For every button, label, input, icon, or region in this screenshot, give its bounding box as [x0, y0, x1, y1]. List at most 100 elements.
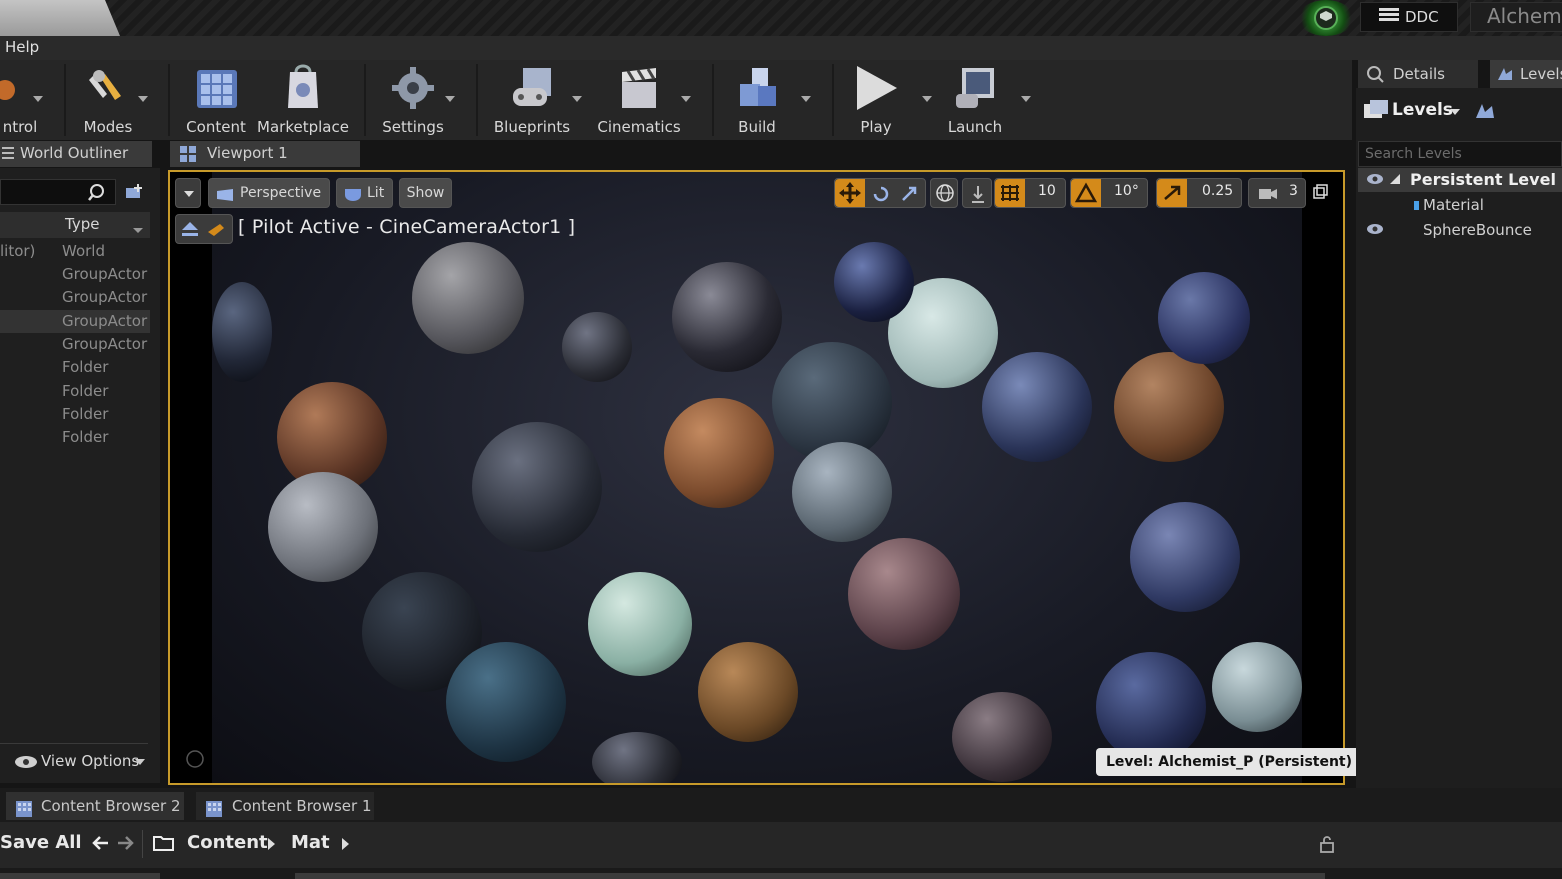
outliner-search-input[interactable]	[0, 179, 116, 205]
asset-search-input[interactable]	[295, 873, 1325, 879]
view-options-button[interactable]: View Options	[0, 743, 148, 779]
perspective-button[interactable]: Perspective	[208, 178, 330, 208]
tab-levels[interactable]: Levels	[1490, 60, 1562, 88]
rotate-tool-icon[interactable]	[871, 184, 891, 208]
view-options-label: View Options	[41, 752, 140, 770]
launch-dropdown-icon[interactable]	[1021, 96, 1031, 102]
toolbar-label: Play	[860, 118, 892, 136]
blueprints-dropdown-icon[interactable]	[572, 96, 582, 102]
outliner-row-selected[interactable]: GroupActor	[0, 310, 150, 333]
scale-snap-control[interactable]: 0.25	[1156, 178, 1242, 208]
tab-details[interactable]: Details	[1358, 60, 1478, 88]
level-details-icon[interactable]	[1474, 100, 1496, 126]
show-flags-button[interactable]: Show	[399, 178, 452, 208]
column-dropdown-icon[interactable]	[133, 228, 143, 233]
outliner-row[interactable]: Folder	[0, 403, 150, 426]
source-control-indicator[interactable]	[1298, 0, 1354, 36]
launch-monitor-icon	[952, 64, 998, 112]
lock-icon[interactable]	[1317, 834, 1337, 858]
tab-world-outliner[interactable]: World Outliner	[0, 141, 152, 167]
visibility-eye-icon[interactable]	[1366, 223, 1384, 239]
toolbar-blueprints[interactable]: Blueprints	[492, 62, 572, 138]
grid-snap-control[interactable]: 10	[994, 178, 1066, 208]
breadcrumb-separator-icon[interactable]	[268, 838, 275, 850]
outliner-row[interactable]: litor) World	[0, 240, 150, 263]
outliner-row[interactable]: GroupActor	[0, 333, 150, 356]
eject-pilot-icon[interactable]	[180, 220, 200, 242]
viewport[interactable]	[168, 170, 1345, 785]
tab-content-browser-1[interactable]: Content Browser 1	[196, 792, 374, 820]
toolbar-build[interactable]: Build	[728, 62, 786, 138]
menu-help[interactable]: Help	[5, 38, 39, 56]
row-type: GroupActor	[62, 265, 148, 283]
row-type: GroupActor	[62, 288, 148, 306]
sphere	[412, 242, 524, 354]
tab-viewport-1[interactable]: Viewport 1	[170, 141, 360, 167]
filter-input[interactable]	[0, 873, 160, 879]
save-all-button[interactable]: Save All	[0, 832, 82, 853]
toolbar-cinematics[interactable]: Cinematics	[594, 62, 684, 138]
add-filter-icon[interactable]	[124, 182, 146, 206]
tab-content-browser-2[interactable]: Content Browser 2	[6, 792, 184, 820]
level-row-spherebounce[interactable]: SphereBounce	[1358, 219, 1562, 241]
outliner-row[interactable]: GroupActor	[0, 263, 150, 286]
folder-icon[interactable]	[153, 834, 175, 856]
translate-tool-button[interactable]	[835, 179, 865, 207]
toolbar-play[interactable]: Play	[848, 62, 904, 138]
sphere	[672, 262, 782, 372]
outliner-row[interactable]: Folder	[0, 380, 150, 403]
toolbar-marketplace[interactable]: Marketplace	[257, 62, 349, 138]
breadcrumb-separator-icon[interactable]	[342, 838, 349, 850]
details-magnifier-icon	[1366, 65, 1384, 87]
visibility-eye-icon[interactable]	[1366, 173, 1384, 189]
coordinate-system-button[interactable]	[930, 178, 958, 208]
outliner-row[interactable]: Folder	[0, 426, 150, 449]
menu-bar	[0, 36, 1562, 60]
camera-speed-control[interactable]: 3	[1248, 178, 1306, 208]
source-control-dropdown-icon[interactable]	[33, 96, 43, 102]
forward-arrow-icon[interactable]	[116, 834, 134, 856]
rotation-snap-control[interactable]: 10°	[1070, 178, 1148, 208]
toolbar-launch[interactable]: Launch	[944, 62, 1006, 138]
type-column-label: Type	[65, 215, 100, 233]
outliner-type-header[interactable]: Type	[0, 212, 150, 238]
expand-arrow-icon[interactable]	[1390, 174, 1400, 184]
breadcrumb-content[interactable]: Content	[187, 832, 268, 853]
back-arrow-icon[interactable]	[92, 834, 110, 856]
grid-snap-toggle[interactable]	[995, 179, 1025, 207]
globe-icon	[935, 183, 955, 207]
scale-snap-toggle[interactable]	[1157, 179, 1187, 207]
clapperboard-icon	[616, 64, 662, 112]
pilot-camera-icon[interactable]	[206, 220, 228, 242]
cinematics-dropdown-icon[interactable]	[681, 96, 691, 102]
pilot-active-label: [ Pilot Active - CineCameraActor1 ]	[238, 216, 576, 238]
scene-render[interactable]	[212, 172, 1302, 783]
level-row-persistent[interactable]: Persistent Level	[1358, 168, 1562, 192]
rotation-snap-toggle[interactable]	[1071, 179, 1101, 207]
play-dropdown-icon[interactable]	[922, 96, 932, 102]
ddc-button[interactable]: DDC	[1360, 2, 1458, 32]
lit-label: Lit	[367, 185, 385, 201]
row-type: World	[62, 242, 105, 260]
surface-snap-button[interactable]	[962, 178, 992, 208]
maximize-viewport-icon[interactable]	[1312, 184, 1328, 204]
help-icon[interactable]	[186, 750, 204, 772]
viewport-options-button[interactable]	[175, 178, 201, 208]
level-row-material[interactable]: Material	[1358, 194, 1562, 216]
toolbar-separator	[142, 830, 143, 858]
toolbar-content[interactable]: Content	[185, 62, 247, 138]
outliner-row[interactable]: Folder	[0, 356, 150, 379]
document-tab[interactable]	[0, 0, 120, 36]
modes-dropdown-icon[interactable]	[138, 96, 148, 102]
breadcrumb-mat[interactable]: Mat	[291, 832, 330, 853]
blueprints-icon	[509, 64, 555, 112]
scale-tool-icon[interactable]	[899, 184, 919, 208]
settings-dropdown-icon[interactable]	[445, 96, 455, 102]
build-dropdown-icon[interactable]	[801, 96, 811, 102]
outliner-row[interactable]: GroupActor	[0, 286, 150, 309]
view-mode-lit-button[interactable]: Lit	[336, 178, 393, 208]
toolbar-settings[interactable]: Settings	[382, 62, 444, 138]
search-levels-input[interactable]: Search Levels	[1358, 141, 1562, 167]
toolbar-separator	[832, 64, 834, 136]
toolbar-modes[interactable]: Modes	[78, 62, 138, 138]
